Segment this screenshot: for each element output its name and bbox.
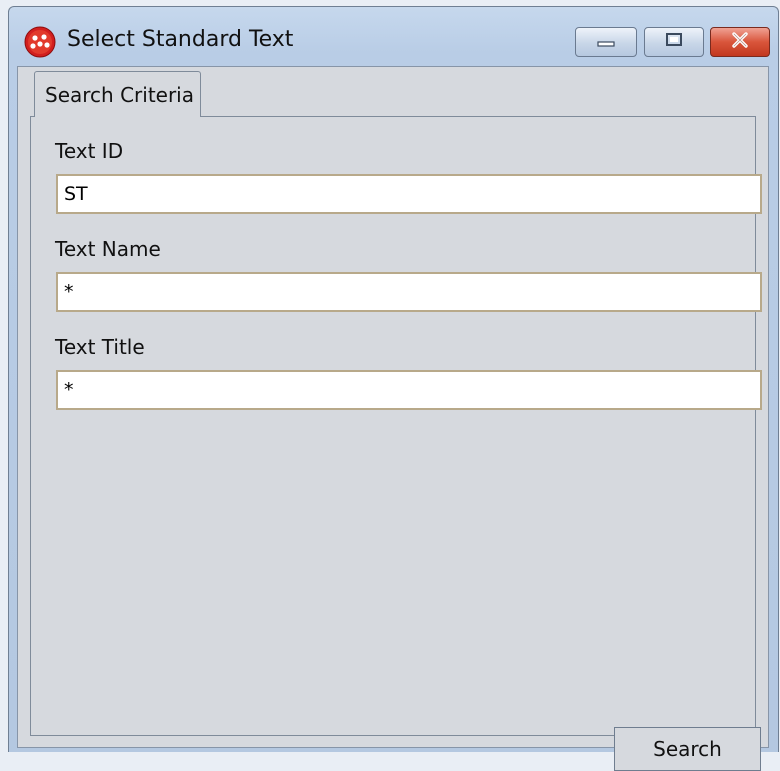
search-button[interactable]: Search xyxy=(614,727,761,771)
maximize-button[interactable] xyxy=(644,27,704,57)
minimize-button[interactable] xyxy=(575,27,637,57)
search-criteria-panel: Text ID Text Name Text Title Search xyxy=(30,116,762,771)
maximize-icon xyxy=(664,32,684,52)
close-icon xyxy=(729,31,751,53)
app-icon xyxy=(24,26,56,58)
text-name-input[interactable] xyxy=(56,272,762,312)
tab-search-criteria[interactable]: Search Criteria xyxy=(34,71,201,117)
dialog-window: Select Standard Text Search Criteria Tex… xyxy=(8,6,779,771)
text-title-label: Text Title xyxy=(55,335,145,359)
text-title-input[interactable] xyxy=(56,370,762,410)
dialog-body: Search Criteria Text ID Text Name Text T… xyxy=(17,66,769,771)
title-bar[interactable]: Select Standard Text xyxy=(9,7,778,67)
text-id-label: Text ID xyxy=(55,139,124,163)
text-id-input[interactable] xyxy=(56,174,762,214)
close-button[interactable] xyxy=(710,27,770,57)
window-title: Select Standard Text xyxy=(67,27,294,52)
text-name-label: Text Name xyxy=(55,237,161,261)
minimize-icon xyxy=(596,33,616,52)
